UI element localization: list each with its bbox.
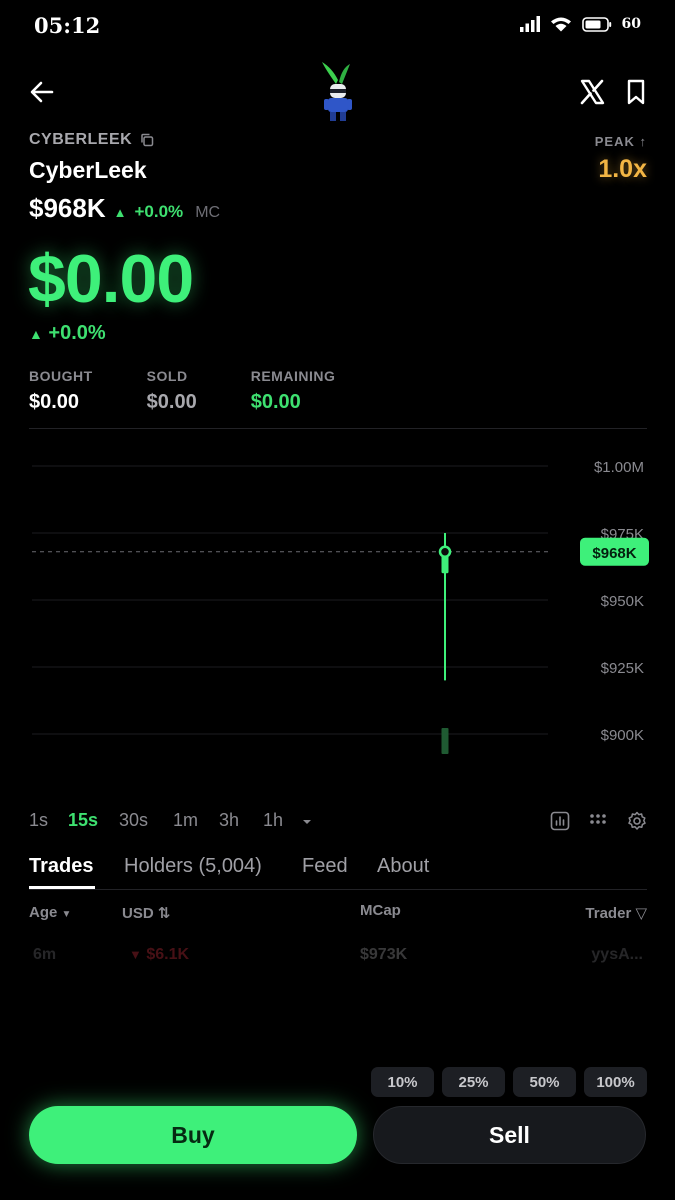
col-age-label: Age [29,904,58,921]
interval-3h[interactable]: 3h [219,810,239,831]
row-usd-value: $6.1K [146,946,190,963]
col-trader[interactable]: Trader ▽ [585,904,647,922]
peak-box: PEAK ↑ 1.0x [595,134,647,184]
up-triangle-icon: ▲ [29,326,43,342]
market-cap-label: MC [195,204,221,221]
wifi-icon [550,17,571,32]
position-change: +0.0% [48,322,106,344]
interval-1s[interactable]: 1s [29,810,48,831]
market-cap-change: +0.0% [134,202,184,221]
battery-level: 60 [621,16,641,32]
position-stats: BOUGHT $0.00 SOLD $0.00 REMAINING $0.00 [29,368,389,414]
status-icons: 60 [519,16,641,32]
interval-15s[interactable]: 15s [68,810,98,831]
copy-icon[interactable] [140,133,154,147]
sell-button[interactable]: Sell [373,1106,646,1164]
token-logo [322,62,352,121]
chart-type-icon[interactable] [549,810,571,832]
row-age: 6m [33,946,57,963]
market-cap-row: $968K ▲ +0.0% MC [29,193,220,224]
ticker-row: CYBERLEEK [29,131,154,149]
active-tab-indicator [29,886,95,889]
row-mcap: $973K [360,946,408,963]
down-triangle-icon: ▼ [129,947,142,962]
content-tabs: Trades Holders (5,004) Feed About [29,852,647,890]
divider [29,428,647,429]
stat-bought: BOUGHT $0.00 [29,368,93,414]
signal-icon [519,16,540,32]
status-time: 05:12 [34,13,101,38]
sort-arrows-icon: ⇅ [157,905,171,922]
stat-label: REMAINING [250,368,336,384]
stat-value: $0.00 [146,391,197,413]
stat-remaining: REMAINING $0.00 [251,368,336,414]
buy-button[interactable]: Buy [29,1106,357,1164]
tab-about[interactable]: About [377,855,429,878]
market-cap-value: $968K [29,193,106,223]
table-row[interactable]: 6m ▼ $6.1K $973K yysA... [29,946,647,970]
x-social-icon[interactable] [578,78,606,106]
up-triangle-icon: ▲ [113,205,127,220]
token-ticker: CYBERLEEK [29,131,133,148]
volume-bar [441,728,449,754]
battery-icon [581,16,611,32]
stat-sold: SOLD $0.00 [147,368,197,414]
stat-value: $0.00 [250,391,301,413]
interval-1m[interactable]: 1m [173,810,198,831]
stat-label: BOUGHT [29,368,93,384]
col-age[interactable]: Age ▼ [29,904,71,921]
filter-icon: ▽ [635,905,647,922]
y-tick-label: $1.00M [594,459,644,476]
row-usd: ▼ $6.1K [129,946,189,964]
col-mcap: MCap [360,902,401,919]
stat-value: $0.00 [29,391,80,413]
position-change-row: ▲ +0.0% [29,322,106,345]
tab-holders[interactable]: Holders (5,004) [124,855,262,878]
quick-amount-row: 10% 25% 50% 100% [371,1067,647,1097]
trades-table-header: Age ▼ USD ⇅ MCap Trader ▽ [29,902,647,926]
price-chart[interactable]: $1.00M$975K$950K$925K$900K$968K [0,440,675,780]
col-usd-label: USD [122,905,154,922]
top-nav [0,60,675,124]
quick-amount-100[interactable]: 100% [584,1067,647,1097]
tab-trades[interactable]: Trades [29,855,93,878]
interval-30s[interactable]: 30s [119,810,148,831]
position-value: $0.00 [28,241,194,317]
col-usd[interactable]: USD ⇅ [122,904,170,922]
grid-dots-icon[interactable] [587,810,609,832]
back-arrow-icon[interactable] [28,78,56,106]
current-price-label: $968K [592,545,636,562]
interval-selector: 1s 15s 30s 1m 3h 1h [29,808,649,836]
chevron-down-icon[interactable] [301,818,313,826]
y-tick-label: $950K [601,593,644,610]
quick-amount-25[interactable]: 25% [442,1067,505,1097]
stat-label: SOLD [146,368,188,384]
peak-label: PEAK ↑ [594,134,647,149]
row-trader: yysA... [591,946,643,963]
settings-gear-icon[interactable] [626,810,648,832]
caret-down-icon: ▼ [61,909,72,920]
interval-1h[interactable]: 1h [263,810,283,831]
bookmark-icon[interactable] [624,78,648,106]
current-price-marker [438,545,452,559]
quick-amount-10[interactable]: 10% [371,1067,434,1097]
peak-value: 1.0x [598,155,647,183]
tab-feed[interactable]: Feed [302,855,348,878]
y-tick-label: $925K [601,660,644,677]
status-bar: 05:12 60 [0,0,675,52]
col-trader-label: Trader [585,905,632,922]
quick-amount-50[interactable]: 50% [513,1067,576,1097]
y-tick-label: $900K [601,727,644,744]
token-name: CyberLeek [29,157,147,183]
